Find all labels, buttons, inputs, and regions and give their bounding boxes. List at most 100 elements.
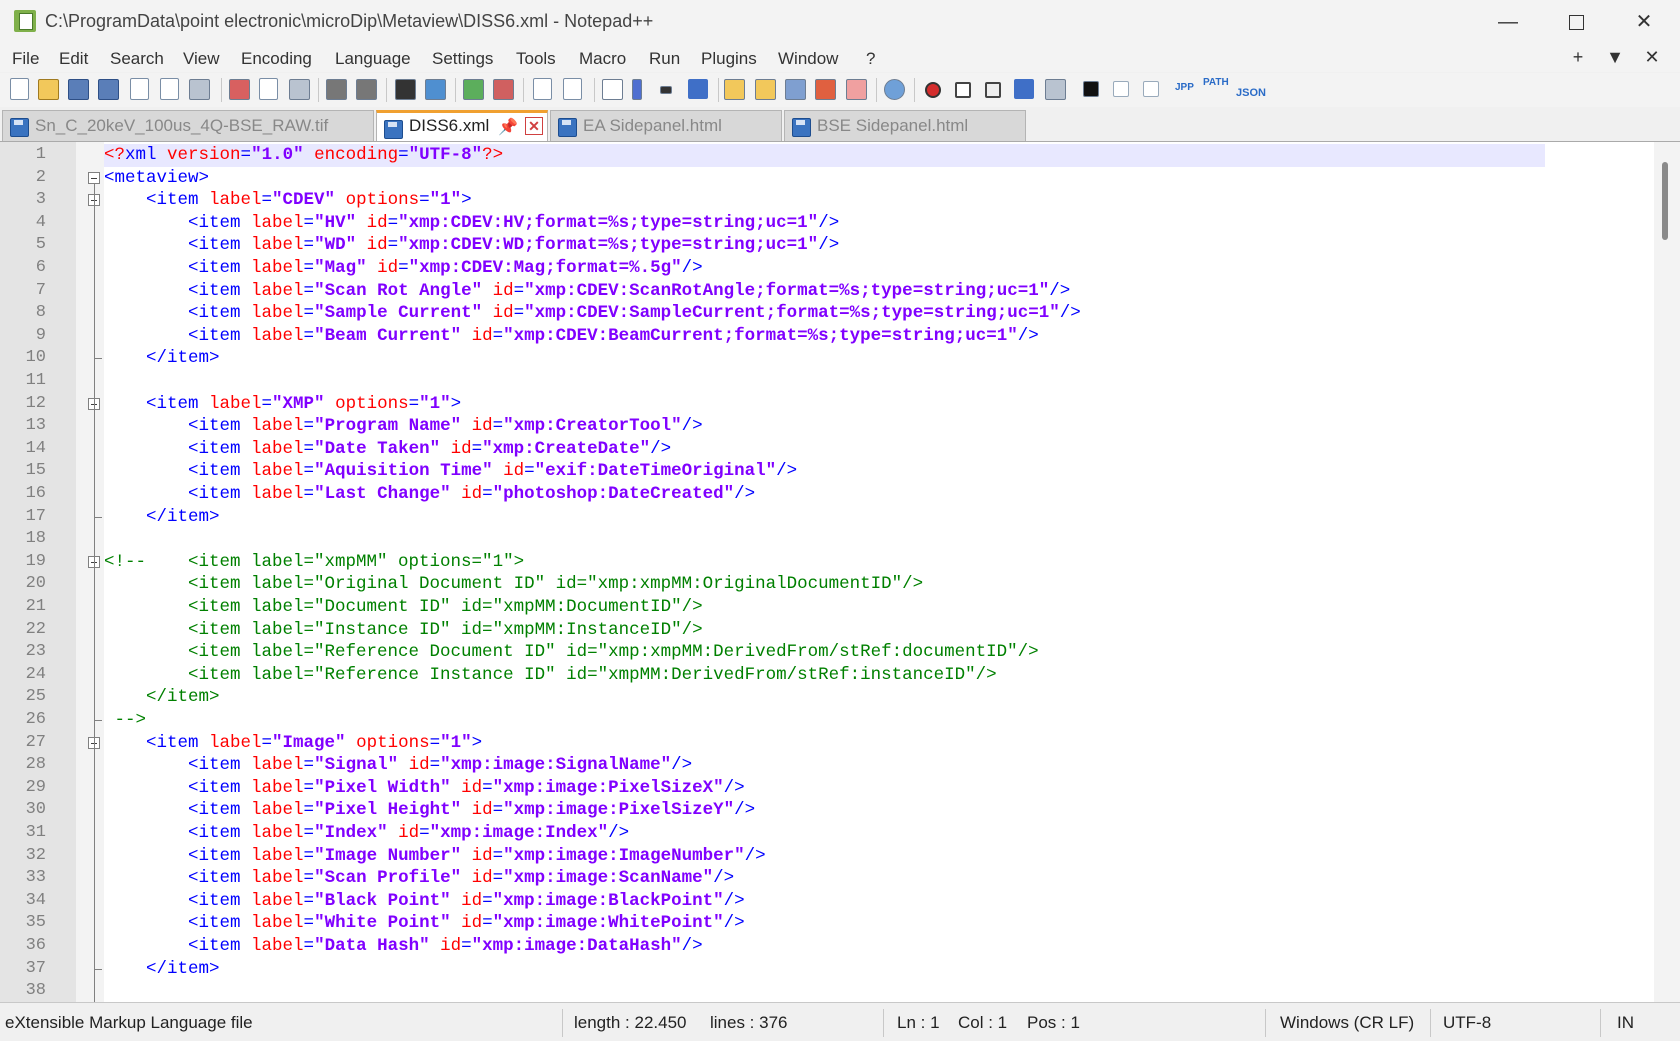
menu-settings[interactable]: Settings <box>432 49 493 69</box>
zoom-out-icon[interactable] <box>493 79 514 100</box>
code-line[interactable]: <item label="XMP" options="1"> <box>104 393 461 416</box>
code-line[interactable]: <item label="Index" id="xmp:image:Index"… <box>104 822 629 845</box>
menu-run[interactable]: Run <box>649 49 680 69</box>
editor[interactable]: <?xml version="1.0" encoding="UTF-8"?> <m… <box>0 142 1680 1020</box>
tab-sn-c-tif[interactable]: Sn_C_20keV_100us_4Q-BSE_RAW.tif <box>2 110 374 141</box>
replace-icon[interactable] <box>425 79 446 100</box>
code-line[interactable]: <item label="CDEV" options="1"> <box>104 189 472 212</box>
maximize-button[interactable] <box>1546 6 1606 38</box>
play-macro-icon[interactable] <box>985 82 1001 98</box>
undo-icon[interactable] <box>326 79 347 100</box>
monitoring-icon[interactable] <box>884 79 905 100</box>
code-line[interactable]: <item label="Program Name" id="xmp:Creat… <box>104 415 703 438</box>
plugin-2-icon[interactable] <box>1113 81 1129 97</box>
sync-horizontal-icon[interactable] <box>563 78 582 100</box>
close-document-button[interactable]: ✕ <box>1636 47 1668 68</box>
copy-icon[interactable] <box>259 78 278 100</box>
code-line[interactable]: <item label="Aquisition Time" id="exif:D… <box>104 460 797 483</box>
menu-help[interactable]: ? <box>866 49 875 69</box>
function-list-icon[interactable] <box>815 79 836 100</box>
tab-diss6-xml[interactable]: DISS6.xml 📌 ✕ <box>376 110 548 141</box>
code-line[interactable]: </item> <box>104 686 220 709</box>
record-macro-icon[interactable] <box>925 82 941 98</box>
save-all-icon[interactable] <box>98 79 119 100</box>
code-line[interactable]: <metaview> <box>104 167 209 190</box>
folder-workspace-icon[interactable] <box>846 79 867 100</box>
tab-ea-sidepanel[interactable]: EA Sidepanel.html <box>550 110 782 141</box>
minimize-button[interactable]: — <box>1478 6 1538 38</box>
code-line[interactable]: --> <box>104 709 147 732</box>
code-line[interactable]: <item label="Signal" id="xmp:image:Signa… <box>104 754 692 777</box>
scrollbar-thumb[interactable] <box>1662 162 1668 240</box>
code-line[interactable]: <item label="Image Number" id="xmp:image… <box>104 845 766 868</box>
pin-icon[interactable]: 📌 <box>498 117 518 137</box>
redo-icon[interactable] <box>356 79 377 100</box>
code-line[interactable]: <item label="Scan Profile" id="xmp:image… <box>104 867 734 890</box>
stop-macro-icon[interactable] <box>955 82 971 98</box>
find-icon[interactable] <box>395 79 416 100</box>
code-line[interactable]: <item label="Sample Current" id="xmp:CDE… <box>104 302 1081 325</box>
document-map-icon[interactable] <box>755 79 776 100</box>
tab-close-icon[interactable]: ✕ <box>525 117 543 135</box>
code-line[interactable]: <item label="Original Document ID" id="x… <box>104 573 923 596</box>
code-line[interactable]: <item label="White Point" id="xmp:image:… <box>104 912 745 935</box>
open-file-icon[interactable] <box>38 79 59 100</box>
tab-list-dropdown[interactable]: ▼ <box>1599 47 1631 68</box>
cut-icon[interactable] <box>229 79 250 100</box>
code-line[interactable]: <item label="Data Hash" id="xmp:image:Da… <box>104 935 703 958</box>
code-line[interactable]: </item> <box>104 506 220 529</box>
code-line[interactable]: <item label="WD" id="xmp:CDEV:WD;format=… <box>104 234 839 257</box>
code-line[interactable]: <item label="Date Taken" id="xmp:CreateD… <box>104 438 671 461</box>
define-language-icon[interactable] <box>724 79 745 100</box>
chevron-down-icon[interactable] <box>660 86 672 94</box>
menu-view[interactable]: View <box>183 49 220 69</box>
code-line[interactable]: <item label="Last Change" id="photoshop:… <box>104 483 755 506</box>
run-macro-multiple-icon[interactable] <box>1014 79 1034 99</box>
json-plugin-icon[interactable]: JSON <box>1236 87 1266 109</box>
vertical-scrollbar[interactable] <box>1654 142 1680 1002</box>
status-insert-mode[interactable]: IN <box>1617 1013 1634 1033</box>
code-line[interactable]: <item label="Instance ID" id="xmpMM:Inst… <box>104 619 703 642</box>
status-encoding[interactable]: UTF-8 <box>1443 1013 1491 1033</box>
plugin-icon[interactable] <box>1083 81 1099 97</box>
new-tab-button[interactable]: + <box>1562 47 1594 68</box>
code-line[interactable]: <item label="Pixel Height" id="xmp:image… <box>104 799 755 822</box>
menu-encoding[interactable]: Encoding <box>241 49 312 69</box>
code-line[interactable]: <item label="Beam Current" id="xmp:CDEV:… <box>104 325 1039 348</box>
code-line[interactable]: <item label="HV" id="xmp:CDEV:HV;format=… <box>104 212 839 235</box>
code-line[interactable]: <item label="Black Point" id="xmp:image:… <box>104 890 745 913</box>
fold-toggle-icon[interactable] <box>88 171 100 184</box>
code-line[interactable]: </item> <box>104 958 220 981</box>
menu-macro[interactable]: Macro <box>579 49 626 69</box>
code-line[interactable]: <item label="Reference Instance ID" id="… <box>104 664 997 687</box>
code-line[interactable]: <item label="Mag" id="xmp:CDEV:Mag;forma… <box>104 257 703 280</box>
menu-tools[interactable]: Tools <box>516 49 556 69</box>
zoom-in-icon[interactable] <box>463 79 484 100</box>
code-line[interactable]: <item label="Image" options="1"> <box>104 732 482 755</box>
sync-vertical-icon[interactable] <box>533 78 552 100</box>
code-line[interactable]: <item label="Pixel Width" id="xmp:image:… <box>104 777 745 800</box>
menu-file[interactable]: File <box>12 49 39 69</box>
show-all-chars-icon[interactable] <box>632 79 642 100</box>
close-all-icon[interactable] <box>160 78 179 100</box>
new-file-icon[interactable] <box>10 78 29 100</box>
path-plugin-icon[interactable]: PATH <box>1203 77 1229 99</box>
menu-window[interactable]: Window <box>778 49 838 69</box>
menu-plugins[interactable]: Plugins <box>701 49 757 69</box>
close-button[interactable]: ✕ <box>1614 6 1674 38</box>
word-wrap-icon[interactable] <box>602 79 623 100</box>
save-icon[interactable] <box>68 79 89 100</box>
code-line[interactable]: </item> <box>104 347 220 370</box>
tab-bse-sidepanel[interactable]: BSE Sidepanel.html <box>784 110 1026 141</box>
indent-guide-icon[interactable] <box>688 79 708 99</box>
code-area[interactable]: <?xml version="1.0" encoding="UTF-8"?> <m… <box>104 142 1654 1002</box>
code-line[interactable]: <item label="Reference Document ID" id="… <box>104 641 1039 664</box>
plugin-3-icon[interactable] <box>1143 81 1159 97</box>
code-line[interactable]: <item label="Document ID" id="xmpMM:Docu… <box>104 596 703 619</box>
status-eol[interactable]: Windows (CR LF) <box>1280 1013 1414 1033</box>
menu-language[interactable]: Language <box>335 49 411 69</box>
close-file-icon[interactable] <box>130 78 149 100</box>
document-list-icon[interactable] <box>785 79 806 100</box>
print-icon[interactable] <box>189 79 210 100</box>
menu-search[interactable]: Search <box>110 49 164 69</box>
